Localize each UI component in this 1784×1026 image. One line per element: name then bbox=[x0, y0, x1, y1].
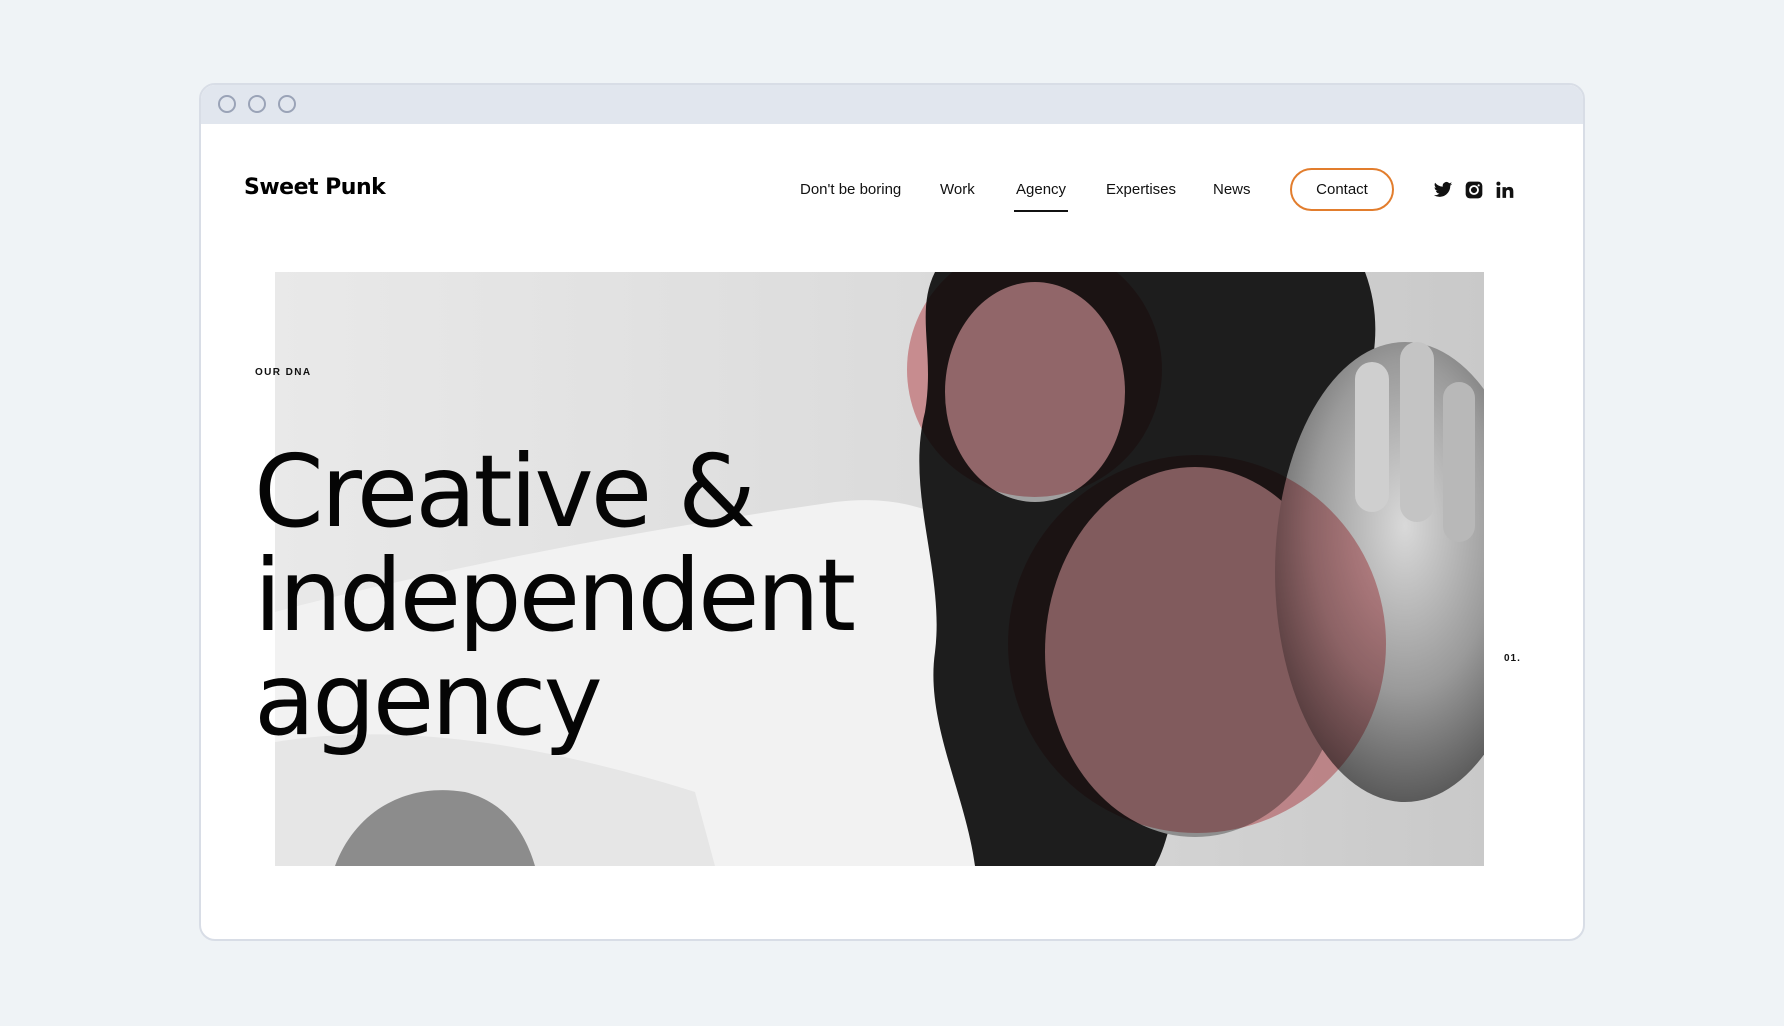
nav-dont-be-boring[interactable]: Don't be boring bbox=[800, 181, 901, 198]
window-maximize-icon[interactable] bbox=[278, 95, 296, 113]
nav-work[interactable]: Work bbox=[940, 181, 975, 198]
section-eyebrow: OUR DNA bbox=[255, 367, 312, 378]
nav-expertises[interactable]: Expertises bbox=[1106, 181, 1176, 198]
hero-headline: Creative & independent agency bbox=[254, 433, 856, 758]
twitter-icon[interactable] bbox=[1433, 180, 1453, 200]
window-minimize-icon[interactable] bbox=[248, 95, 266, 113]
headline-line: Creative & bbox=[254, 433, 756, 550]
site-logo[interactable]: Sweet Punk bbox=[244, 175, 386, 200]
linkedin-icon[interactable] bbox=[1495, 180, 1515, 200]
nav-agency[interactable]: Agency bbox=[1013, 181, 1069, 212]
instagram-icon[interactable] bbox=[1464, 180, 1484, 200]
browser-titlebar bbox=[201, 85, 1583, 124]
nav-news[interactable]: News bbox=[1213, 181, 1251, 198]
pink-overlay-circle bbox=[1008, 455, 1386, 833]
browser-window: Sweet Punk Don't be boring Work Agency E… bbox=[199, 83, 1585, 941]
window-close-icon[interactable] bbox=[218, 95, 236, 113]
headline-line: agency bbox=[254, 641, 603, 758]
contact-button[interactable]: Contact bbox=[1290, 168, 1394, 211]
headline-line: independent bbox=[254, 537, 856, 654]
slide-number: 01. bbox=[1504, 653, 1521, 664]
